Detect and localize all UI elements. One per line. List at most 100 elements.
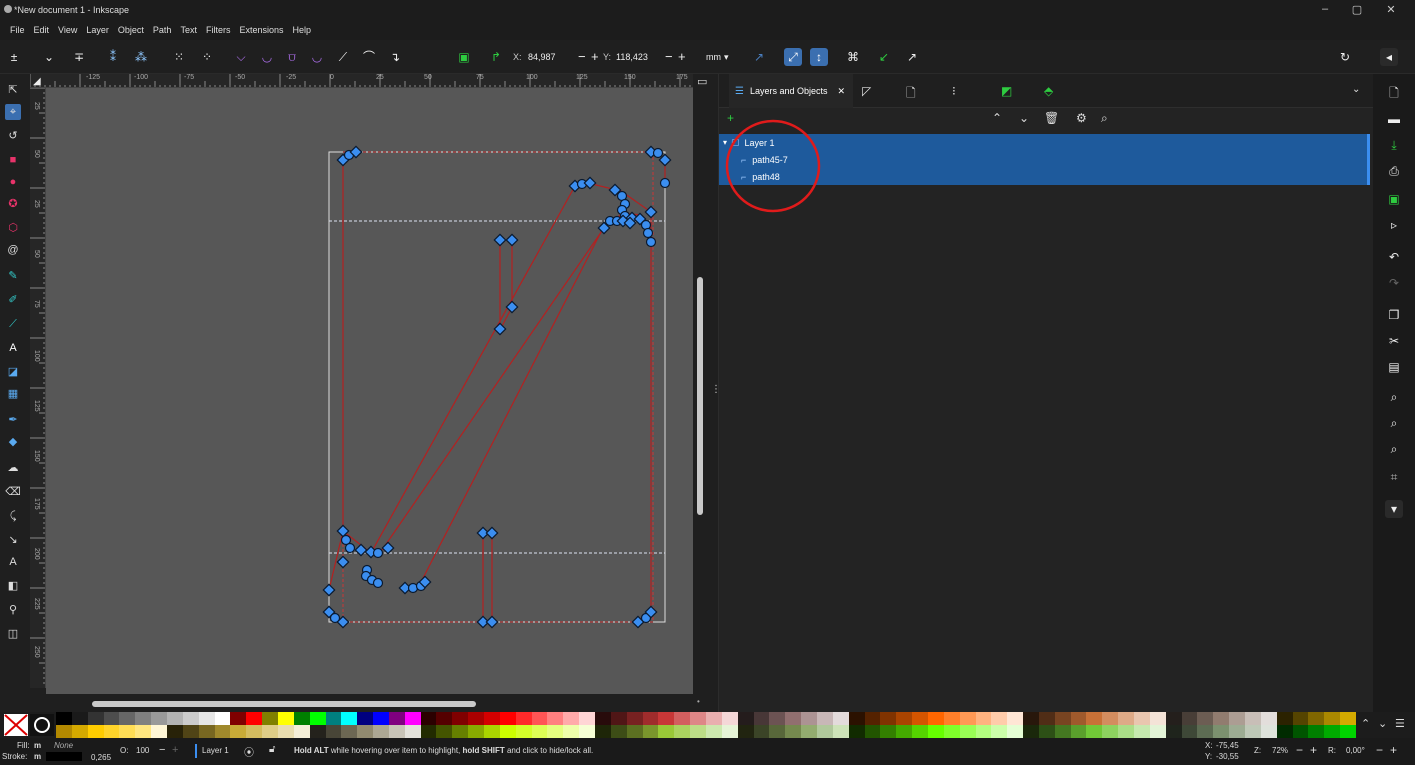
color-swatch[interactable] — [119, 725, 136, 738]
color-swatch[interactable] — [452, 725, 469, 738]
color-swatch[interactable] — [388, 712, 406, 725]
delete-layer-icon[interactable]: 🗑 — [1044, 111, 1059, 125]
color-swatch[interactable] — [832, 712, 850, 725]
cusp-node[interactable] — [493, 322, 507, 336]
menu-extensions[interactable]: Extensions — [239, 25, 283, 35]
auto-smooth-node-icon[interactable]: ◡ — [308, 48, 326, 66]
menu-text[interactable]: Text — [180, 25, 197, 35]
inkscape-app-icon[interactable] — [4, 5, 12, 13]
color-swatch[interactable] — [674, 725, 691, 738]
color-swatch[interactable] — [1308, 712, 1325, 725]
drawing-canvas[interactable] — [46, 88, 693, 694]
fit-page-icon[interactable]: ⌗ — [1385, 468, 1403, 486]
color-swatch[interactable] — [262, 725, 279, 738]
menu-file[interactable]: File — [10, 25, 25, 35]
color-swatch[interactable] — [452, 712, 469, 725]
smooth-node[interactable] — [652, 147, 664, 159]
color-swatch[interactable] — [943, 725, 961, 738]
color-swatch[interactable] — [119, 712, 136, 725]
rectangle-tool-icon[interactable]: ■ — [5, 152, 21, 168]
export-icon[interactable]: ▹ — [1385, 216, 1403, 234]
cusp-node[interactable] — [505, 300, 519, 314]
spiral-tool-icon[interactable]: @ — [5, 242, 21, 258]
color-swatch[interactable] — [325, 712, 342, 725]
color-swatch[interactable] — [309, 725, 326, 738]
menu-layer[interactable]: Layer — [86, 25, 109, 35]
import-icon[interactable]: ▣ — [1385, 190, 1403, 208]
cusp-node[interactable] — [493, 233, 507, 247]
close-button[interactable]: ✕ — [1381, 3, 1401, 16]
color-swatch[interactable] — [674, 712, 691, 725]
color-swatch[interactable] — [769, 712, 786, 725]
color-swatch[interactable] — [927, 712, 945, 725]
color-swatch[interactable] — [246, 725, 263, 738]
eraser-tool-icon[interactable]: ⌫ — [5, 484, 21, 500]
color-swatch[interactable] — [151, 725, 168, 738]
color-swatch[interactable] — [912, 712, 929, 725]
paint-bucket-tool-icon[interactable]: ◆ — [5, 434, 21, 450]
color-swatch[interactable] — [737, 725, 755, 738]
cusp-node[interactable] — [354, 543, 368, 557]
color-swatch[interactable] — [896, 725, 913, 738]
color-swatch[interactable] — [1038, 725, 1056, 738]
color-swatch[interactable] — [864, 725, 881, 738]
color-swatch[interactable] — [753, 712, 770, 725]
tab-align-icon[interactable]: ⁝ — [952, 84, 956, 98]
color-swatch[interactable] — [1007, 725, 1024, 738]
zoom-page-icon[interactable]: ⌕ — [1385, 440, 1403, 458]
text-tool-icon[interactable]: A — [5, 340, 21, 356]
color-swatch[interactable] — [642, 725, 659, 738]
color-swatch[interactable] — [1134, 712, 1151, 725]
cusp-node[interactable] — [644, 205, 658, 219]
color-swatch[interactable] — [1102, 725, 1119, 738]
color-swatch[interactable] — [880, 712, 897, 725]
maximize-button[interactable]: ▢ — [1347, 3, 1367, 16]
lpe-tool-icon[interactable]: ↘ — [5, 532, 21, 548]
opacity-increment-button[interactable]: + — [172, 744, 178, 756]
segment-curve-icon[interactable]: ⌒ — [360, 48, 378, 66]
rotate-cw-button[interactable]: + — [1390, 743, 1397, 757]
opacity-decrement-button[interactable]: − — [159, 744, 165, 756]
color-swatch[interactable] — [277, 725, 295, 738]
color-swatch[interactable] — [1134, 725, 1151, 738]
color-swatch[interactable] — [166, 725, 184, 738]
unit-dropdown-icon[interactable]: ▾ — [724, 52, 729, 63]
color-swatch[interactable] — [1007, 712, 1024, 725]
cusp-node[interactable] — [381, 541, 395, 555]
color-swatch[interactable] — [1292, 725, 1309, 738]
color-swatch[interactable] — [1229, 725, 1246, 738]
ruler-horizontal[interactable]: -125 -100 -75 -50 -25 0 25 50 75 100 125… — [30, 74, 693, 88]
snap-popover-icon[interactable]: ◂ — [1380, 48, 1398, 66]
insert-node-icon[interactable]: ± — [5, 48, 23, 66]
tab-layers-and-objects[interactable]: ☰ Layers and Objects ✕ — [729, 74, 853, 108]
color-swatch[interactable] — [230, 712, 247, 725]
color-swatch[interactable] — [816, 712, 834, 725]
zoom-tool-icon[interactable]: ⚲ — [5, 602, 21, 618]
color-swatch[interactable] — [1260, 712, 1278, 725]
redo-icon[interactable]: ↷ — [1385, 274, 1403, 292]
color-swatch[interactable] — [1245, 712, 1262, 725]
node-tool-icon[interactable]: ⌖ — [5, 104, 21, 120]
color-swatch[interactable] — [515, 712, 533, 725]
color-swatch[interactable] — [943, 712, 961, 725]
unit-select[interactable]: mm — [706, 52, 721, 62]
layer-visibility-icon[interactable]: ⦿ — [244, 744, 254, 759]
color-swatch[interactable] — [563, 712, 580, 725]
rotate-ccw-button[interactable]: − — [1376, 743, 1383, 757]
color-swatch[interactable] — [1086, 725, 1103, 738]
menu-object[interactable]: Object — [118, 25, 144, 35]
color-swatch[interactable] — [769, 725, 786, 738]
color-swatch[interactable] — [1118, 712, 1135, 725]
color-swatch[interactable] — [690, 725, 707, 738]
color-swatch[interactable] — [927, 725, 945, 738]
ruler-corner-icon[interactable]: ◢ — [33, 76, 41, 87]
color-swatch[interactable] — [1340, 712, 1357, 725]
color-swatch[interactable] — [848, 712, 866, 725]
current-layer-label[interactable]: Layer 1 — [202, 746, 229, 755]
break-path-icon[interactable]: ⁂ — [132, 48, 150, 66]
tweak-tool-icon[interactable]: ↺ — [5, 128, 21, 144]
zoom-in-button[interactable]: + — [1310, 743, 1317, 757]
color-swatch[interactable] — [420, 712, 437, 725]
cut-icon[interactable]: ✂ — [1385, 332, 1403, 350]
color-swatch[interactable] — [436, 725, 453, 738]
